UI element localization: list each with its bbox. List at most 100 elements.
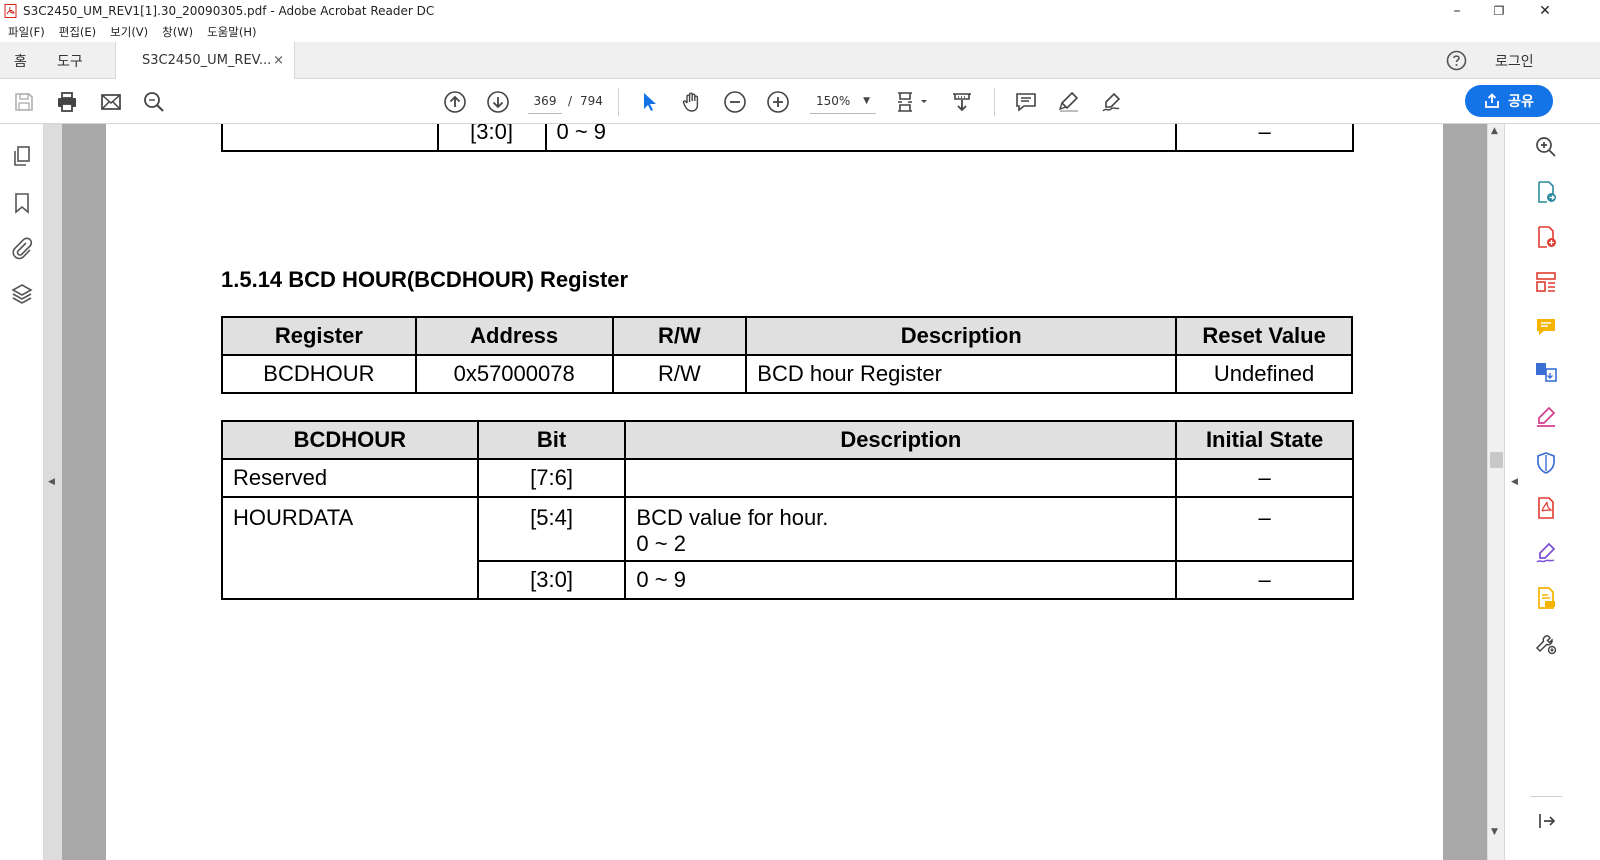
search-icon[interactable] bbox=[142, 90, 166, 114]
comment-icon[interactable] bbox=[1014, 90, 1038, 114]
table-cell: BCDHOUR bbox=[221, 354, 417, 394]
protect-icon[interactable] bbox=[1534, 451, 1558, 475]
compress-pdf-icon[interactable] bbox=[1534, 496, 1558, 520]
tab-document[interactable]: S3C2450_UM_REV... × bbox=[115, 42, 295, 79]
page-number-input[interactable]: 369 bbox=[528, 90, 562, 114]
attachment-icon[interactable] bbox=[10, 236, 34, 260]
acrobat-icon bbox=[4, 4, 17, 18]
table-cell: 0 ~ 9 bbox=[544, 124, 1178, 152]
section-title: 1.5.14 BCD HOUR(BCDHOUR) Register bbox=[221, 267, 629, 292]
table-cell: [7:6] bbox=[476, 458, 627, 498]
export-pdf-icon[interactable] bbox=[1534, 180, 1558, 204]
column-header: BCDHOUR bbox=[221, 420, 479, 460]
collapse-right-panel-icon[interactable]: ◀ bbox=[1511, 477, 1518, 487]
table-cell: [3:0] bbox=[436, 124, 547, 152]
close-tab-icon[interactable]: × bbox=[273, 53, 284, 68]
chevron-down-icon: ▼ bbox=[863, 96, 870, 106]
column-header: Reset Value bbox=[1175, 316, 1353, 356]
zoom-search-icon[interactable] bbox=[1534, 135, 1558, 159]
table-cell: – bbox=[1175, 124, 1354, 152]
table-cell: Reserved bbox=[221, 458, 479, 498]
register-table: Register Address R/W Description Reset V… bbox=[221, 316, 1353, 394]
panel-divider bbox=[1530, 796, 1562, 797]
restore-button[interactable]: ❐ bbox=[1476, 0, 1522, 22]
fill-sign-icon[interactable] bbox=[1534, 405, 1558, 429]
layers-icon[interactable] bbox=[10, 282, 34, 306]
tab-home[interactable]: 홈 bbox=[14, 42, 27, 79]
tab-tools[interactable]: 도구 bbox=[57, 42, 83, 79]
menu-help[interactable]: 도움말(H) bbox=[207, 24, 256, 40]
scrollbar-thumb[interactable] bbox=[1490, 452, 1503, 468]
organize-pages-icon[interactable] bbox=[1534, 270, 1558, 294]
table-row: HOURDATA [5:4] BCD value for hour. 0 ~ 2… bbox=[221, 496, 1354, 600]
fit-page-icon[interactable] bbox=[895, 90, 931, 114]
table-cell: 0x57000078 bbox=[414, 354, 614, 394]
comment-tool-icon[interactable] bbox=[1534, 315, 1558, 339]
print-icon[interactable] bbox=[55, 90, 79, 114]
highlight-icon[interactable] bbox=[1057, 90, 1081, 114]
menu-view[interactable]: 보기(V) bbox=[110, 24, 148, 40]
table-cell: Undefined bbox=[1175, 354, 1353, 394]
next-page-icon[interactable] bbox=[486, 90, 510, 114]
login-link[interactable]: 로그인 bbox=[1495, 42, 1534, 79]
create-pdf-icon[interactable] bbox=[1534, 225, 1558, 249]
help-icon[interactable] bbox=[1446, 50, 1467, 71]
collapse-panel-icon[interactable] bbox=[1534, 809, 1558, 833]
zoom-select[interactable]: 150% ▼ bbox=[810, 90, 876, 114]
send-comments-icon[interactable] bbox=[1534, 586, 1558, 610]
column-header: Initial State bbox=[1175, 420, 1354, 460]
scroll-up-icon[interactable]: ▲ bbox=[1491, 126, 1498, 136]
toolbar-divider bbox=[618, 88, 619, 116]
title-bar: S3C2450_UM_REV1[1].30_20090305.pdf - Ado… bbox=[0, 0, 1600, 22]
table-cell: R/W bbox=[611, 354, 748, 394]
select-cursor-icon[interactable] bbox=[637, 90, 661, 114]
document-gutter-right bbox=[1443, 124, 1487, 860]
column-header: Address bbox=[414, 316, 614, 356]
combine-files-icon[interactable] bbox=[1534, 360, 1558, 384]
table-cell: BCD value for hour. 0 ~ 2 bbox=[624, 496, 1178, 562]
zoom-in-icon[interactable] bbox=[766, 90, 790, 114]
email-icon[interactable] bbox=[99, 90, 123, 114]
zoom-out-icon[interactable] bbox=[723, 90, 747, 114]
right-panel-toggle-strip: ◀ bbox=[1504, 124, 1524, 860]
tab-bar: 홈 도구 S3C2450_UM_REV... × 로그인 bbox=[0, 42, 1600, 79]
request-signature-icon[interactable] bbox=[1534, 541, 1558, 565]
bookmark-icon[interactable] bbox=[10, 191, 34, 215]
window-title: S3C2450_UM_REV1[1].30_20090305.pdf - Ado… bbox=[23, 4, 435, 18]
window-edge bbox=[1568, 124, 1600, 860]
table-cell: BCD hour Register bbox=[745, 354, 1178, 394]
menu-file[interactable]: 파일(F) bbox=[8, 24, 45, 40]
table-cell: [3:0] bbox=[476, 560, 627, 600]
scroll-mode-icon[interactable] bbox=[950, 90, 974, 114]
share-icon bbox=[1485, 93, 1500, 108]
previous-page-icon[interactable] bbox=[443, 90, 467, 114]
save-icon[interactable] bbox=[12, 90, 36, 114]
menu-window[interactable]: 창(W) bbox=[162, 24, 193, 40]
pdf-page: [3:0] 0 ~ 9 – 1.5.14 BCD HOUR(BCDHOUR) R… bbox=[106, 124, 1443, 860]
sign-icon[interactable] bbox=[1100, 90, 1124, 114]
column-header: Bit bbox=[476, 420, 627, 460]
table-header-row: BCDHOUR Bit Description Initial State bbox=[221, 420, 1354, 460]
zoom-value: 150% bbox=[816, 94, 851, 108]
column-header: R/W bbox=[611, 316, 748, 356]
toolbar-divider bbox=[994, 88, 995, 116]
page-total: 794 bbox=[580, 94, 603, 108]
table-cell: HOURDATA bbox=[221, 496, 479, 600]
cell-line: BCD value for hour. bbox=[636, 505, 829, 530]
tab-document-label: S3C2450_UM_REV... bbox=[142, 53, 272, 68]
menu-edit[interactable]: 편집(E) bbox=[59, 24, 96, 40]
left-navigation-panel bbox=[0, 124, 44, 860]
hand-tool-icon[interactable] bbox=[680, 90, 704, 114]
expand-left-panel-icon[interactable]: ◀ bbox=[48, 477, 55, 487]
more-tools-icon[interactable] bbox=[1534, 632, 1558, 656]
scroll-down-icon[interactable]: ▼ bbox=[1491, 827, 1498, 837]
table-header-row: Register Address R/W Description Reset V… bbox=[221, 316, 1353, 356]
minimize-button[interactable]: – bbox=[1434, 0, 1480, 22]
share-label: 공유 bbox=[1508, 94, 1534, 110]
table-cell bbox=[624, 458, 1178, 498]
pages-icon[interactable] bbox=[10, 144, 34, 168]
share-button[interactable]: 공유 bbox=[1465, 85, 1553, 117]
vertical-scrollbar[interactable]: ▲ ▼ bbox=[1487, 124, 1504, 860]
column-header: Register bbox=[221, 316, 417, 356]
close-window-button[interactable]: ✕ bbox=[1522, 0, 1568, 22]
